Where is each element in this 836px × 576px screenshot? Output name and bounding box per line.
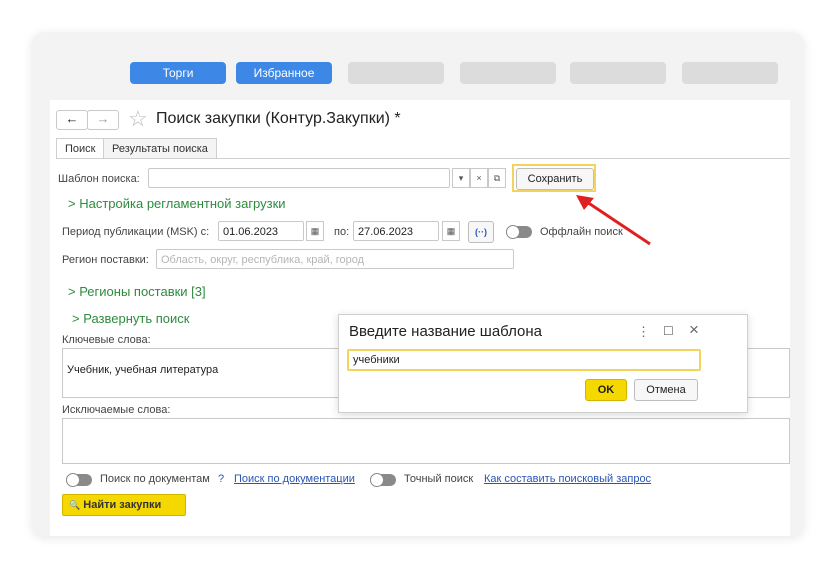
back-button[interactable]: ← bbox=[56, 110, 88, 130]
keywords-label: Ключевые слова: bbox=[62, 334, 151, 346]
help-icon[interactable]: ? bbox=[218, 473, 224, 485]
arrow-right-icon: → bbox=[96, 111, 110, 126]
tab-placeholder-3 bbox=[570, 62, 666, 84]
tab-search[interactable]: Поиск bbox=[56, 138, 105, 159]
region-label: Регион поставки: bbox=[62, 254, 149, 266]
tab-torgi[interactable]: Торги bbox=[130, 62, 226, 84]
template-input[interactable] bbox=[148, 168, 450, 188]
tab-placeholder-1 bbox=[348, 62, 444, 84]
arrow-left-icon: ← bbox=[65, 111, 79, 126]
how-to-query-link[interactable]: Как составить поисковый запрос bbox=[484, 473, 651, 485]
offline-label: Оффлайн поиск bbox=[540, 226, 623, 238]
find-button[interactable]: 🔍 Найти закупки bbox=[62, 494, 186, 516]
exact-search-label: Точный поиск bbox=[404, 473, 474, 485]
cancel-button[interactable]: Отмена bbox=[634, 379, 698, 401]
calendar-to-icon[interactable]: ▦ bbox=[442, 221, 460, 241]
find-button-label: Найти закупки bbox=[83, 499, 162, 511]
save-template-button[interactable]: Сохранить bbox=[516, 168, 594, 190]
tab-favorites[interactable]: Избранное bbox=[236, 62, 332, 84]
schedule-section-link[interactable]: > Настройка регламентной загрузки bbox=[68, 196, 286, 211]
region-input[interactable]: Область, округ, республика, край, город bbox=[156, 249, 514, 269]
excluded-label: Исключаемые слова: bbox=[62, 404, 171, 416]
search-icon: 🔍 bbox=[69, 500, 81, 510]
template-dropdown-icon[interactable]: ▾ bbox=[452, 168, 470, 188]
tab-placeholder-2 bbox=[460, 62, 556, 84]
template-label: Шаблон поиска: bbox=[58, 173, 140, 185]
menu-icon[interactable]: ⋮ bbox=[637, 324, 650, 340]
star-icon[interactable]: ☆ bbox=[128, 106, 148, 132]
period-from-input[interactable]: 01.06.2023 bbox=[218, 221, 304, 241]
period-to-label: по: bbox=[334, 226, 350, 238]
tab-placeholder-4 bbox=[682, 62, 778, 84]
tab-results[interactable]: Результаты поиска bbox=[103, 138, 217, 159]
template-clear-icon[interactable]: × bbox=[470, 168, 488, 188]
template-name-input[interactable]: учебники bbox=[347, 349, 701, 371]
red-arrow-icon bbox=[576, 195, 651, 246]
maximize-icon[interactable]: ☐ bbox=[663, 324, 674, 338]
template-open-icon[interactable]: ⧉ bbox=[488, 168, 506, 188]
doc-search-label: Поиск по документам bbox=[100, 473, 210, 485]
expand-search-link[interactable]: > Развернуть поиск bbox=[72, 311, 189, 326]
close-icon[interactable]: × bbox=[689, 320, 699, 340]
period-label: Период публикации (MSK) с: bbox=[62, 226, 210, 238]
exact-search-toggle[interactable] bbox=[370, 473, 396, 487]
period-select-button[interactable]: (··) bbox=[468, 221, 494, 243]
offline-toggle[interactable] bbox=[506, 225, 532, 239]
regions-section-link[interactable]: > Регионы поставки [3] bbox=[68, 284, 206, 299]
ok-button[interactable]: OK bbox=[585, 379, 627, 401]
template-name-dialog: Введите название шаблона ⋮ ☐ × учебники … bbox=[338, 314, 748, 413]
excluded-textarea[interactable] bbox=[62, 418, 790, 464]
dialog-title: Введите название шаблона bbox=[349, 323, 542, 340]
calendar-from-icon[interactable]: ▦ bbox=[306, 221, 324, 241]
period-to-input[interactable]: 27.06.2023 bbox=[353, 221, 439, 241]
doc-search-toggle[interactable] bbox=[66, 473, 92, 487]
screenshot-card: Торги Избранное ← → ☆ Поиск закупки (Кон… bbox=[32, 32, 804, 536]
doc-search-link[interactable]: Поиск по документации bbox=[234, 473, 355, 485]
page-title: Поиск закупки (Контур.Закупки) * bbox=[156, 110, 401, 127]
forward-button[interactable]: → bbox=[87, 110, 119, 130]
tab-divider bbox=[56, 158, 790, 159]
